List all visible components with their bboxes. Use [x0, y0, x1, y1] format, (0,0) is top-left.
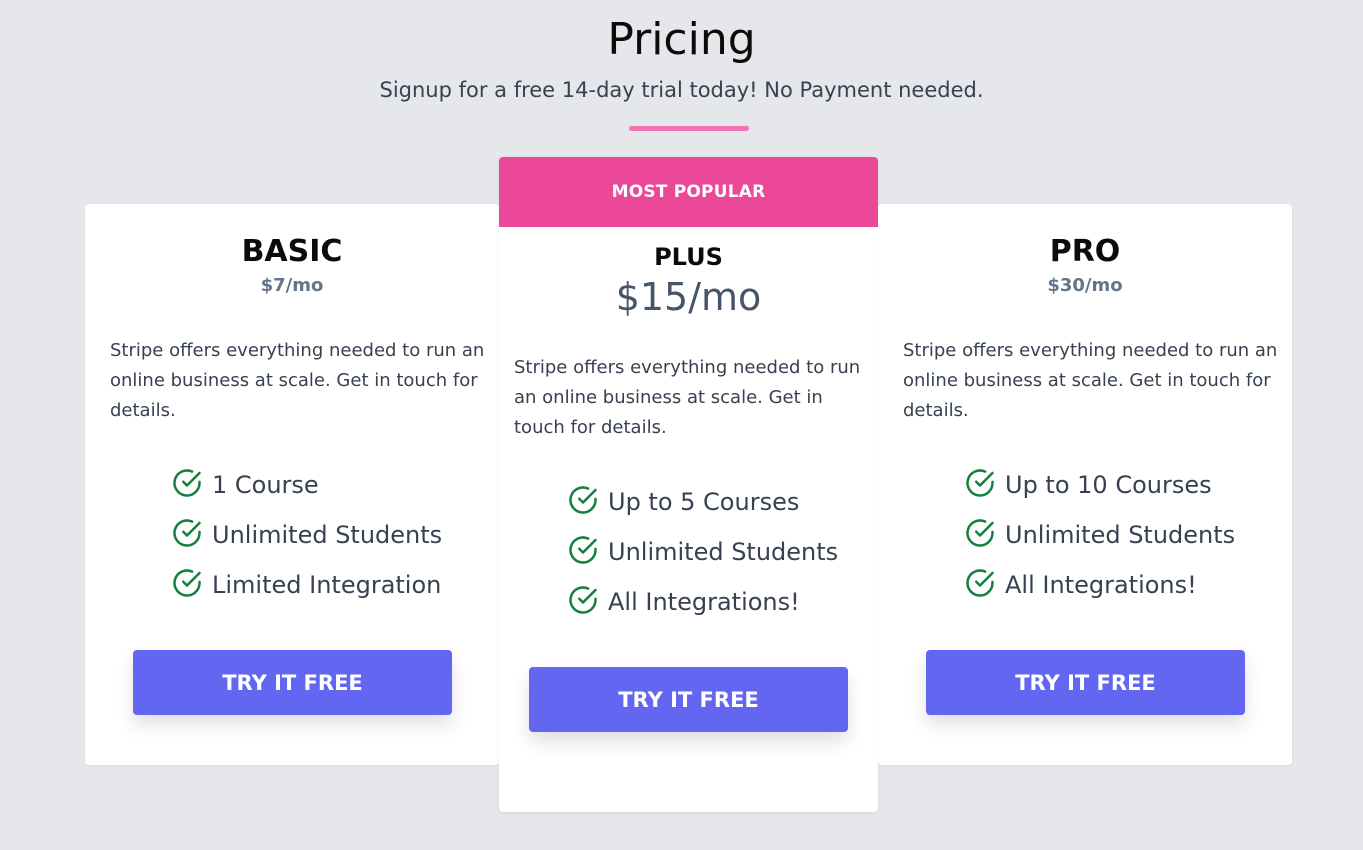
feature-label: Up to 10 Courses: [1005, 471, 1212, 499]
check-circle-icon: [173, 469, 201, 497]
feature-item: Up to 5 Courses: [568, 477, 838, 527]
plan-price: $7/mo: [260, 275, 324, 296]
check-circle-icon: [569, 536, 597, 564]
feature-label: Unlimited Students: [608, 538, 839, 566]
plan-price: $15/mo: [615, 275, 762, 319]
feature-item: 1 Course: [172, 460, 442, 510]
plan-name: PRO: [1049, 234, 1121, 269]
check-circle-icon: [173, 519, 201, 547]
feature-item: Unlimited Students: [568, 527, 838, 577]
plan-name: PLUS: [654, 243, 723, 271]
feature-label: All Integrations!: [608, 588, 800, 616]
check-circle-icon: [966, 519, 994, 547]
plan-description: Stripe offers everything needed to run a…: [903, 340, 1278, 421]
plan-description: Stripe offers everything needed to run a…: [514, 357, 861, 438]
feature-item: All Integrations!: [568, 577, 838, 627]
try-it-free-button-plus[interactable]: TRY IT FREE: [529, 667, 848, 732]
check-circle-icon: [966, 469, 994, 497]
feature-item: All Integrations!: [965, 560, 1235, 610]
feature-label: 1 Course: [212, 471, 319, 499]
page-subtitle: Signup for a free 14-day trial today! No…: [379, 78, 984, 102]
plan-price: $30/mo: [1047, 275, 1123, 296]
title-divider: [629, 126, 749, 131]
feature-list: Up to 10 Courses Unlimited Students All …: [965, 460, 1235, 610]
plan-card-pro: PRO $30/mo Stripe offers everything need…: [878, 204, 1292, 765]
feature-list: 1 Course Unlimited Students Limited Inte…: [172, 460, 442, 610]
try-it-free-button-basic[interactable]: TRY IT FREE: [133, 650, 452, 715]
try-it-free-button-pro[interactable]: TRY IT FREE: [926, 650, 1245, 715]
plan-name: BASIC: [241, 234, 343, 269]
check-circle-icon: [966, 569, 994, 597]
feature-item: Limited Integration: [172, 560, 442, 610]
feature-item: Unlimited Students: [172, 510, 442, 560]
most-popular-badge: MOST POPULAR: [499, 157, 878, 227]
check-circle-icon: [569, 586, 597, 614]
page-title: Pricing: [607, 14, 756, 65]
plan-card-basic: BASIC $7/mo Stripe offers everything nee…: [85, 204, 499, 765]
check-circle-icon: [173, 569, 201, 597]
feature-label: Up to 5 Courses: [608, 488, 800, 516]
feature-item: Unlimited Students: [965, 510, 1235, 560]
feature-label: Unlimited Students: [1005, 521, 1236, 549]
check-circle-icon: [569, 486, 597, 514]
feature-label: Limited Integration: [212, 571, 442, 599]
feature-label: All Integrations!: [1005, 571, 1197, 599]
feature-item: Up to 10 Courses: [965, 460, 1235, 510]
feature-list: Up to 5 Courses Unlimited Students All I…: [568, 477, 838, 627]
plan-card-plus: MOST POPULAR PLUS $15/mo Stripe offers e…: [499, 157, 878, 812]
feature-label: Unlimited Students: [212, 521, 443, 549]
plan-description: Stripe offers everything needed to run a…: [110, 340, 485, 421]
